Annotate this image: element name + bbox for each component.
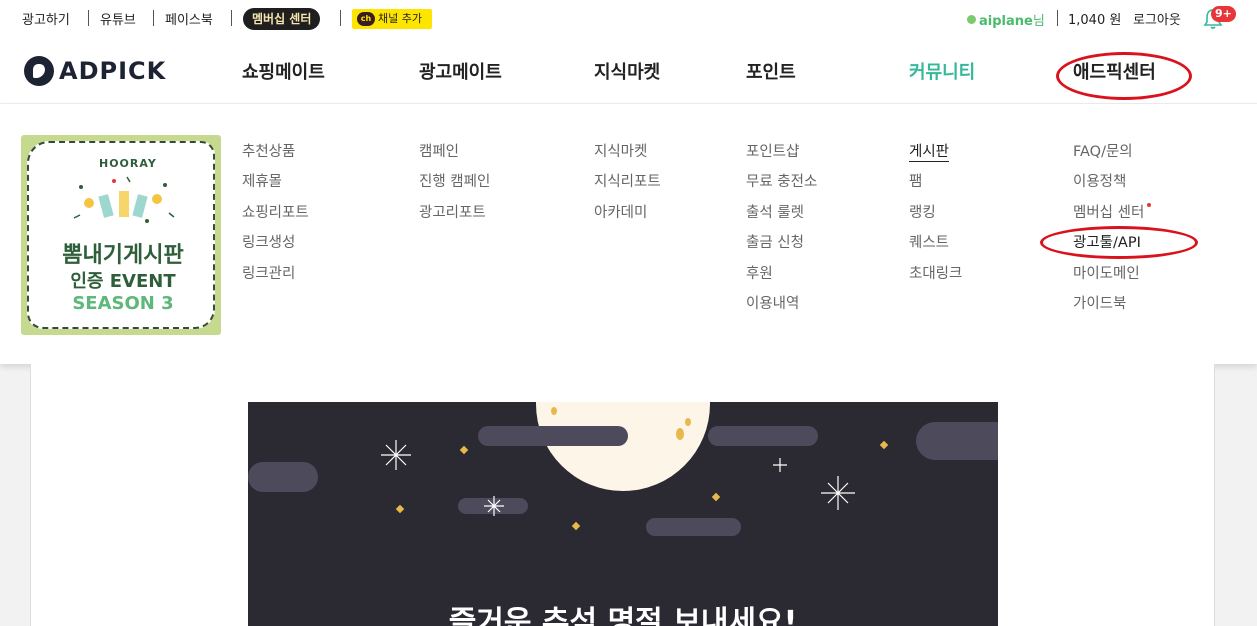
menu-attendance-roulette[interactable]: 출석 룰렛 [746, 203, 817, 233]
event-banner[interactable]: HOORAY 뽐내기게시판 인증 EVENT SEASON 3 [21, 135, 221, 335]
hero-title: 즐거운 추석 명절 보내세요! [448, 605, 798, 626]
menu-link-create[interactable]: 링크생성 [242, 233, 309, 263]
advertise-link[interactable]: 광고하기 [22, 9, 70, 28]
nav-shopping-mate[interactable]: 쇼핑메이트 [242, 58, 325, 84]
menu-usage-history[interactable]: 이용내역 [746, 294, 817, 324]
menu-free-charge[interactable]: 무료 충전소 [746, 172, 817, 202]
menu-partner-mall[interactable]: 제휴몰 [242, 172, 309, 202]
menu-withdraw-request[interactable]: 출금 신청 [746, 233, 817, 263]
menu-campaign[interactable]: 캠페인 [419, 142, 490, 172]
banner-season: SEASON 3 [72, 293, 174, 314]
menu-donation[interactable]: 후원 [746, 264, 817, 294]
nav-knowledge-market[interactable]: 지식마켓 [594, 58, 660, 84]
youtube-link[interactable]: 유튜브 [100, 9, 136, 28]
menu-usage-policy[interactable]: 이용정책 [1073, 172, 1151, 202]
menu-faq[interactable]: FAQ/문의 [1073, 142, 1151, 172]
menu-point-shop[interactable]: 포인트샵 [746, 142, 817, 172]
menu-col-community: 게시판 팸 랭킹 퀘스트 초대링크 [909, 142, 962, 294]
divider [231, 10, 232, 26]
username: aiplane [979, 14, 1033, 29]
kakao-channel-label: 채널 추가 [378, 12, 422, 25]
annotation-circle [1040, 226, 1198, 259]
user-profile-link[interactable]: aiplane님 [967, 10, 1045, 29]
menu-col-shopping: 추천상품 제휴몰 쇼핑리포트 링크생성 링크관리 [242, 142, 309, 294]
menu-quest[interactable]: 퀘스트 [909, 233, 962, 263]
menu-link-manage[interactable]: 링크관리 [242, 264, 309, 294]
adpick-logo[interactable]: ADPICK [24, 56, 166, 86]
menu-col-knowledge: 지식마켓 지식리포트 아카데미 [594, 142, 661, 233]
menu-membership-center-label: 멤버십 센터 [1073, 204, 1145, 221]
nav-ad-mate[interactable]: 광고메이트 [419, 58, 502, 84]
top-utility-bar: 광고하기 유튜브 페이스북 멤버십 센터 ch 채널 추가 aiplane님 1… [0, 0, 1257, 38]
menu-shopping-report[interactable]: 쇼핑리포트 [242, 203, 309, 233]
membership-center-button[interactable]: 멤버십 센터 [243, 8, 321, 30]
menu-knowledge-report[interactable]: 지식리포트 [594, 172, 661, 202]
menu-my-domain[interactable]: 마이도메인 [1073, 264, 1151, 294]
menu-col-ad: 캠페인 진행 캠페인 광고리포트 [419, 142, 490, 233]
logo-text: ADPICK [59, 57, 167, 85]
nav-point[interactable]: 포인트 [746, 58, 796, 84]
divider [153, 10, 154, 26]
divider [88, 10, 89, 26]
new-indicator-icon [1147, 202, 1152, 207]
menu-knowledge-market[interactable]: 지식마켓 [594, 142, 661, 172]
banner-subtitle: 인증 EVENT [70, 271, 176, 292]
points-balance[interactable]: 1,040 원 [1068, 9, 1121, 28]
menu-fam[interactable]: 팸 [909, 172, 962, 202]
menu-col-point: 포인트샵 무료 충전소 출석 룰렛 출금 신청 후원 이용내역 [746, 142, 817, 324]
menu-board[interactable]: 게시판 [909, 142, 962, 172]
banner-hooray-text: HOORAY [99, 157, 157, 170]
menu-academy[interactable]: 아카데미 [594, 203, 661, 233]
night-sky-illustration-icon [248, 402, 998, 536]
menu-invite-link[interactable]: 초대링크 [909, 264, 962, 294]
menu-ad-report[interactable]: 광고리포트 [419, 203, 490, 233]
menu-guidebook[interactable]: 가이드북 [1073, 294, 1151, 324]
menu-recommended-products[interactable]: 추천상품 [242, 142, 309, 172]
nav-community[interactable]: 커뮤니티 [909, 58, 975, 84]
event-banner-frame: HOORAY 뽐내기게시판 인증 EVENT SEASON 3 [27, 141, 215, 329]
menu-active-campaign[interactable]: 진행 캠페인 [419, 172, 490, 202]
logout-link[interactable]: 로그아웃 [1133, 9, 1181, 28]
penguin-logo-icon [24, 56, 54, 86]
kakao-channel-add-button[interactable]: ch 채널 추가 [352, 9, 432, 29]
celebration-illustration-icon [73, 176, 175, 223]
annotation-circle [1056, 52, 1192, 100]
user-status-icon [967, 15, 976, 24]
kakao-channel-icon: ch [357, 12, 375, 26]
facebook-link[interactable]: 페이스북 [165, 9, 213, 28]
banner-title: 뽐내기게시판 [62, 243, 184, 268]
username-suffix: 님 [1032, 14, 1045, 29]
divider [340, 10, 341, 26]
menu-ranking[interactable]: 랭킹 [909, 203, 962, 233]
chuseok-hero-banner: 즐거운 추석 명절 보내세요! [248, 402, 998, 626]
divider [1057, 10, 1058, 26]
notification-badge: 9+ [1211, 6, 1236, 22]
menu-board-label: 게시판 [909, 144, 950, 162]
